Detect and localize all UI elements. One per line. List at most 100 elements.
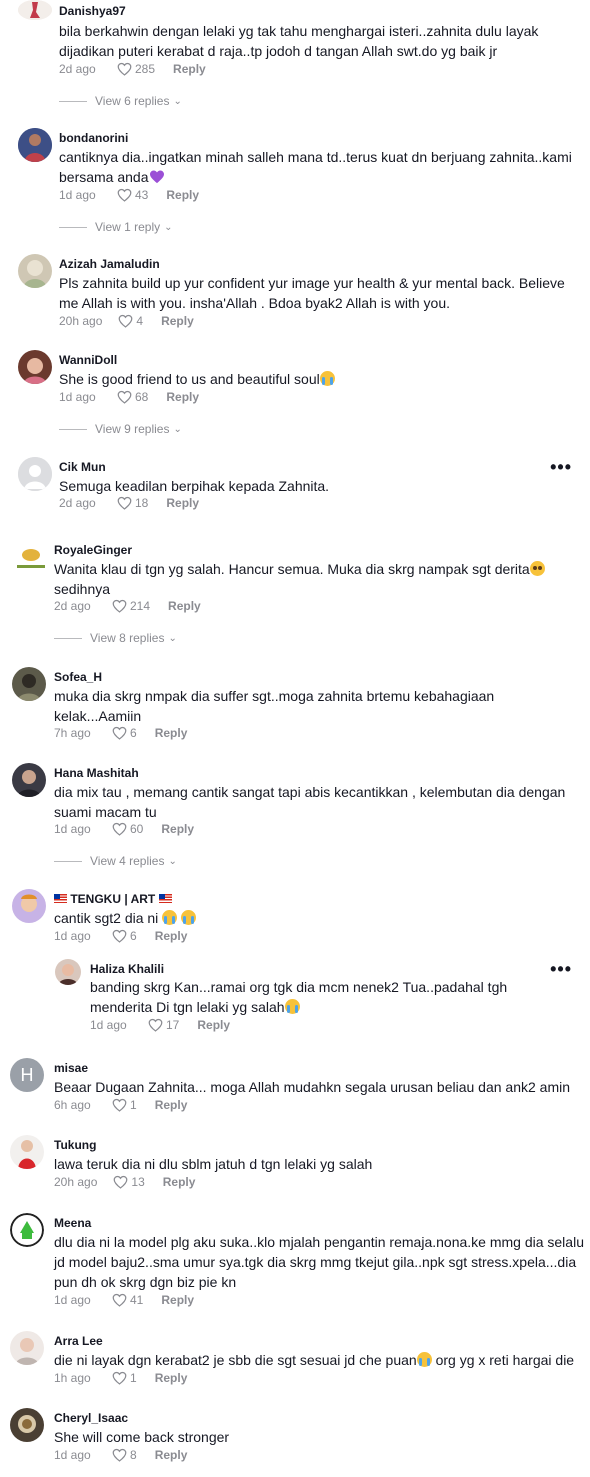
comment-username[interactable]: Sofea_H xyxy=(54,670,102,684)
like-button[interactable]: 4 xyxy=(118,314,143,328)
comment-username[interactable]: Tukung xyxy=(54,1138,96,1152)
comment-meta: 1d ago 60 Reply xyxy=(54,821,194,837)
avatar[interactable] xyxy=(18,0,52,20)
comment-text: Pls zahnita build up yur confident yur i… xyxy=(59,275,565,311)
comment-username[interactable]: Hana Mashitah xyxy=(54,766,139,780)
reply-button[interactable]: Reply xyxy=(155,1098,188,1112)
heart-outline-icon xyxy=(117,188,132,202)
reply-button[interactable]: Reply xyxy=(163,1175,196,1189)
comment-time: 20h ago xyxy=(59,314,103,328)
like-count: 6 xyxy=(130,929,137,943)
avatar[interactable] xyxy=(12,889,46,923)
heart-outline-icon xyxy=(118,314,133,328)
comment-username[interactable]: WanniDoll xyxy=(59,353,117,367)
like-button[interactable]: 68 xyxy=(117,390,148,404)
comment-username[interactable]: misae xyxy=(54,1061,88,1075)
comment-username[interactable]: RoyaleGinger xyxy=(54,543,132,557)
reply-button[interactable]: Reply xyxy=(168,599,201,613)
reply-button[interactable]: Reply xyxy=(166,188,199,202)
reply-button[interactable]: Reply xyxy=(161,314,194,328)
avatar[interactable] xyxy=(10,1408,44,1442)
reply-button[interactable]: Reply xyxy=(155,1371,188,1385)
like-button[interactable]: 60 xyxy=(112,822,143,836)
comment-username[interactable]: Cik Mun xyxy=(59,460,106,474)
like-button[interactable]: 214 xyxy=(112,599,150,613)
comment-username[interactable]: Azizah Jamaludin xyxy=(59,257,160,271)
avatar[interactable] xyxy=(12,763,46,797)
avatar[interactable] xyxy=(18,254,52,288)
avatar[interactable]: H xyxy=(10,1058,44,1092)
view-replies-button[interactable]: View 1 reply ⌄ xyxy=(59,220,173,234)
divider-line xyxy=(59,428,87,430)
avatar[interactable] xyxy=(55,959,81,985)
comment-time: 2d ago xyxy=(54,599,91,613)
comment-username[interactable]: Cheryl_Isaac xyxy=(54,1411,128,1425)
like-count: 68 xyxy=(135,390,149,404)
more-dots-icon[interactable]: ••• xyxy=(550,458,572,476)
comment-meta: 1d ago 43 Reply xyxy=(59,187,199,203)
heart-outline-icon xyxy=(112,726,127,740)
view-replies-button[interactable]: View 8 replies ⌄ xyxy=(54,631,177,645)
reply-button[interactable]: Reply xyxy=(155,1448,188,1462)
like-count: 60 xyxy=(130,822,144,836)
like-button[interactable]: 8 xyxy=(112,1448,137,1462)
avatar[interactable] xyxy=(10,1213,44,1247)
like-button[interactable]: 1 xyxy=(112,1098,137,1112)
reply-button[interactable]: Reply xyxy=(155,929,188,943)
malaysia-flag-icon xyxy=(158,894,172,903)
more-dots-icon[interactable]: ••• xyxy=(550,960,572,978)
comment-text: Semuga keadilan berpihak kepada Zahnita. xyxy=(59,478,330,494)
avatar[interactable] xyxy=(14,545,48,579)
comment-username[interactable]: bondanorini xyxy=(59,131,128,145)
avatar[interactable] xyxy=(10,1135,44,1169)
view-replies-label: View 6 replies xyxy=(95,94,170,108)
reply-button[interactable]: Reply xyxy=(161,1293,194,1307)
comment-username[interactable]: Arra Lee xyxy=(54,1334,103,1348)
avatar[interactable] xyxy=(18,350,52,384)
avatar[interactable] xyxy=(10,1331,44,1365)
comment-meta: 2d ago 214 Reply xyxy=(54,598,201,614)
like-button[interactable]: 17 xyxy=(148,1018,179,1032)
comment-text: cantik sgt2 dia ni xyxy=(54,908,574,928)
avatar[interactable] xyxy=(18,457,52,491)
reply-username[interactable]: Haliza Khalili xyxy=(90,962,164,976)
comment-time: 1d ago xyxy=(59,390,96,404)
heart-outline-icon xyxy=(112,822,127,836)
heart-outline-icon xyxy=(113,1175,128,1189)
like-button[interactable]: 41 xyxy=(112,1293,143,1307)
avatar[interactable] xyxy=(18,128,52,162)
comment-text: dlu dia ni la model plg aku suka..klo mj… xyxy=(54,1234,584,1290)
like-button[interactable]: 6 xyxy=(112,726,137,740)
like-count: 41 xyxy=(130,1293,144,1307)
like-button[interactable]: 6 xyxy=(112,929,137,943)
like-button[interactable]: 13 xyxy=(113,1175,145,1189)
view-replies-button[interactable]: View 6 replies ⌄ xyxy=(59,94,182,108)
like-button[interactable]: 1 xyxy=(112,1371,137,1385)
comment-time: 6h ago xyxy=(54,1098,91,1112)
crying-face-icon xyxy=(319,371,335,386)
crying-face-icon xyxy=(162,910,178,925)
comment-username[interactable]: Meena xyxy=(54,1216,91,1230)
reply-button[interactable]: Reply xyxy=(173,62,206,76)
crying-face-icon xyxy=(284,999,300,1014)
like-count: 214 xyxy=(130,599,151,613)
comment-username[interactable]: TENGKU | ART xyxy=(54,892,172,906)
reply-button[interactable]: Reply xyxy=(197,1018,230,1032)
heart-outline-icon xyxy=(117,496,132,510)
comment-time: 1h ago xyxy=(54,1371,91,1385)
heart-outline-icon xyxy=(112,599,127,613)
like-button[interactable]: 285 xyxy=(117,62,155,76)
like-count: 43 xyxy=(135,188,149,202)
reply-button[interactable]: Reply xyxy=(161,822,194,836)
like-count: 18 xyxy=(135,496,149,510)
view-replies-button[interactable]: View 9 replies ⌄ xyxy=(59,422,182,436)
view-replies-button[interactable]: View 4 replies ⌄ xyxy=(54,854,177,868)
like-button[interactable]: 43 xyxy=(117,188,148,202)
reply-button[interactable]: Reply xyxy=(155,726,188,740)
like-button[interactable]: 18 xyxy=(117,496,148,510)
view-replies-label: View 1 reply xyxy=(95,220,161,234)
avatar[interactable] xyxy=(12,667,46,701)
reply-button[interactable]: Reply xyxy=(166,390,199,404)
comment-username[interactable]: Danishya97 xyxy=(59,4,126,18)
reply-button[interactable]: Reply xyxy=(166,496,199,510)
